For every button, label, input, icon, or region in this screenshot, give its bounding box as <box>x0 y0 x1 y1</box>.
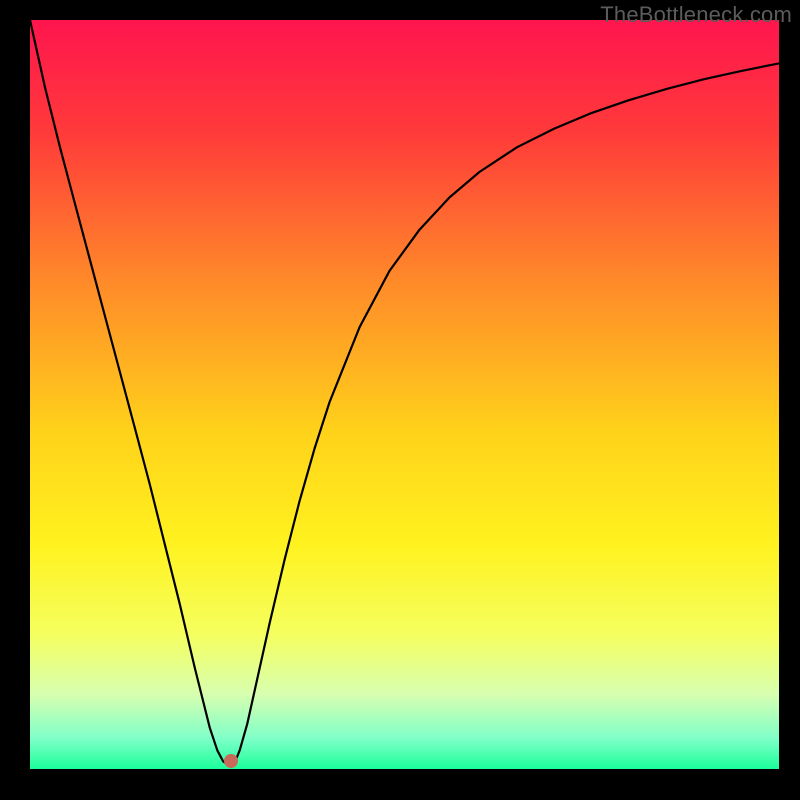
curve-layer <box>30 20 779 769</box>
chart-frame: TheBottleneck.com <box>0 0 800 800</box>
bottleneck-curve <box>30 20 779 765</box>
optimal-point-marker <box>224 754 238 768</box>
watermark-text: TheBottleneck.com <box>600 2 792 28</box>
